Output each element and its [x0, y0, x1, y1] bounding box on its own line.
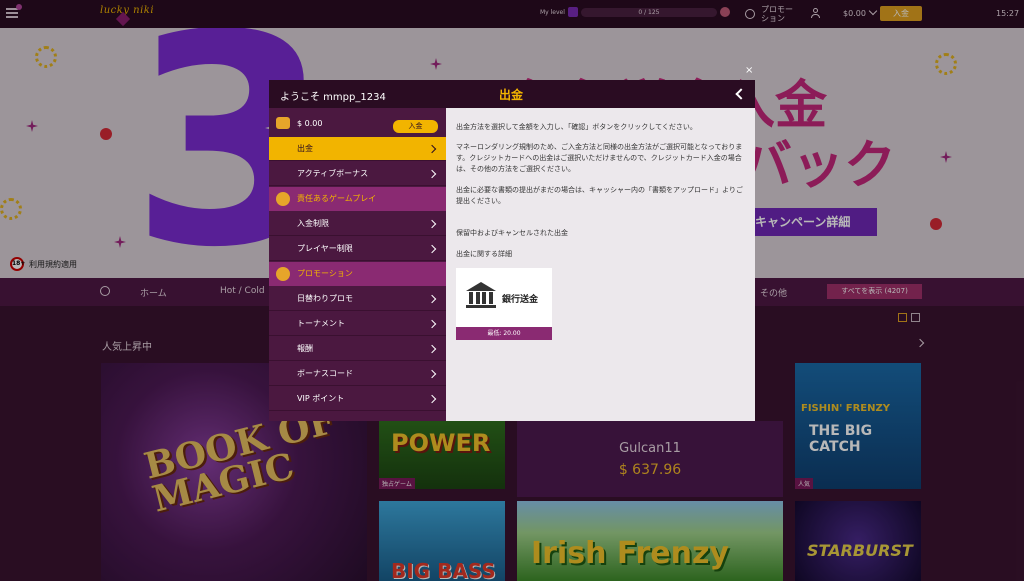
sidebar-item-withdraw[interactable]: 出金	[269, 137, 446, 161]
responsible-gaming-icon	[276, 192, 290, 206]
method-name: 銀行送金	[502, 295, 539, 305]
welcome-text: ようこそ mmpp_1234	[280, 92, 386, 103]
cashier-modal: ようこそ mmpp_1234 出金 $ 0.00 入金 出金 アクティブボーナス…	[269, 80, 755, 421]
sidebar-item-bonus-code[interactable]: ボーナスコード	[269, 362, 446, 386]
megaphone-icon	[276, 267, 290, 281]
method-minimum: 最低: 20.00	[456, 327, 552, 340]
sidebar-section-responsible-gaming: 責任あるゲームプレイ	[269, 187, 446, 211]
sidebar-item-daily-promo[interactable]: 日替わりプロモ	[269, 287, 446, 311]
cashier-sidebar: $ 0.00 入金 出金 アクティブボーナス 責任あるゲームプレイ 入金制限 プ…	[269, 108, 446, 421]
withdraw-details-link[interactable]: 出金に関する詳細	[456, 249, 746, 260]
bank-icon	[466, 282, 496, 310]
sidebar-item-vip-points[interactable]: VIP ポイント	[269, 387, 446, 411]
modal-header: ようこそ mmpp_1234 出金	[269, 80, 755, 108]
withdraw-method-bank-transfer[interactable]: 銀行送金 最低: 20.00	[456, 268, 552, 340]
sidebar-item-player-limit[interactable]: プレイヤー制限	[269, 237, 446, 261]
section-label: プロモーション	[297, 269, 353, 278]
aml-notice: マネーロンダリング規制のため、ご入金方法と同様の出金方法がご選択可能となっており…	[456, 143, 743, 173]
section-label: 責任あるゲームプレイ	[297, 194, 377, 203]
sidebar-item-rewards[interactable]: 報酬	[269, 337, 446, 361]
sidebar-item-tournament[interactable]: トーナメント	[269, 312, 446, 336]
coins-icon	[276, 117, 290, 129]
back-icon[interactable]	[735, 88, 747, 100]
documents-notice: 出金に必要な書類の提出がまだの場合は、キャッシャー内の「書類をアップロード」より…	[456, 186, 743, 205]
sidebar-deposit-button[interactable]: 入金	[393, 120, 438, 133]
sidebar-section-promotion: プロモーション	[269, 262, 446, 286]
withdraw-content: 出金方法を選択して金額を入力し、「確認」ボタンをクリックしてください。 マネーロ…	[446, 108, 755, 421]
modal-title: 出金	[499, 88, 524, 102]
pending-withdrawals-link[interactable]: 保留中およびキャンセルされた出金	[456, 228, 746, 239]
sidebar-item-active-bonus[interactable]: アクティブボーナス	[269, 162, 446, 186]
instruction-text: 出金方法を選択して金額を入力し、「確認」ボタンをクリックしてください。	[456, 123, 697, 131]
sidebar-item-deposit-limit[interactable]: 入金制限	[269, 212, 446, 236]
sidebar-balance-value: $ 0.00	[297, 119, 323, 128]
close-icon[interactable]: ×	[745, 66, 754, 76]
sidebar-balance: $ 0.00 入金	[269, 112, 446, 136]
